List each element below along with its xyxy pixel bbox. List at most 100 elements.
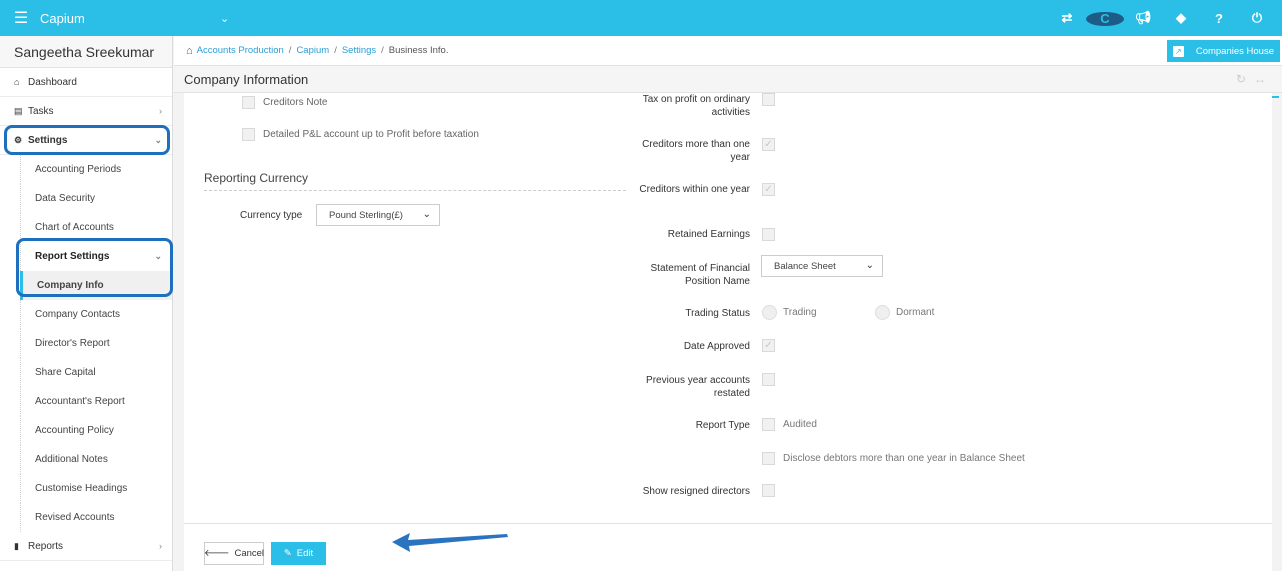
sidebar-item-additional-notes[interactable]: Additional Notes <box>20 445 172 474</box>
disclose-debtors-row: Disclose debtors more than one year in B… <box>762 452 1025 465</box>
top-navbar: ☰ Capium ⌄ ⇄ C 📢︎ ◆ ? ⏻ <box>0 0 1282 36</box>
reporting-currency-title: Reporting Currency <box>204 171 309 185</box>
detailed-pl-row: Detailed P&L account up to Profit before… <box>242 128 479 141</box>
tax-on-profit-row <box>762 93 783 106</box>
currency-type-value: Pound Sterling(£) <box>329 209 403 221</box>
sidebar: Sangeetha Sreekumar ⌂ Dashboard ▤ Tasks › ⚙… <box>0 36 173 571</box>
audited-label: Audited <box>783 419 817 430</box>
tax-on-profit-checkbox[interactable] <box>762 93 775 106</box>
creditors-note-checkbox[interactable] <box>242 96 255 109</box>
chevron-down-icon: ⌄ <box>154 135 162 145</box>
tax-on-profit-label: Tax on profit on ordinary activities <box>642 94 750 118</box>
expand-icon[interactable]: ↔ <box>1254 72 1274 86</box>
detailed-pl-label: Detailed P&L account up to Profit before… <box>263 129 479 140</box>
sidebar-item-label: Tasks <box>28 106 54 117</box>
megaphone-icon[interactable]: 📢︎ <box>1124 10 1162 26</box>
tag-icon[interactable]: ◆ <box>1162 10 1200 26</box>
chevron-down-icon: ⌄ <box>865 260 874 271</box>
sidebar-item-dashboard[interactable]: ⌂ Dashboard <box>0 68 172 97</box>
date-approved-row <box>762 339 783 352</box>
power-icon[interactable]: ⏻ <box>1238 10 1276 26</box>
help-icon[interactable]: ? <box>1200 11 1238 26</box>
report-icon: ▮ <box>14 541 19 551</box>
arrow-left-icon: 🡐 <box>203 548 230 559</box>
sidebar-item-report-settings[interactable]: Report Settings ⌄ <box>20 242 172 271</box>
retained-earnings-checkbox[interactable] <box>762 228 775 241</box>
trading-radio-row: Trading <box>762 305 817 320</box>
currency-type-select[interactable]: Pound Sterling(£) ⌄ <box>316 204 440 226</box>
creditors-more-row <box>762 138 783 151</box>
chevron-down-icon: ⌄ <box>154 251 162 261</box>
sidebar-item-share-capital[interactable]: Share Capital <box>20 358 172 387</box>
trading-radio-label: Trading <box>783 307 817 318</box>
form-footer: 🡐 Cancel ✎ Edit <box>184 523 1272 571</box>
sidebar-item-reports[interactable]: ▮ Reports › <box>0 532 172 561</box>
statement-name-value: Balance Sheet <box>774 260 836 272</box>
sidebar-item-accountants-report[interactable]: Accountant's Report <box>20 387 172 416</box>
previous-year-checkbox[interactable] <box>762 373 775 386</box>
gear-icon: ⚙ <box>14 135 23 145</box>
audited-row: Audited <box>762 418 817 431</box>
company-info-form: Creditors Note Detailed P&L account up t… <box>184 93 1272 523</box>
creditors-note-label: Creditors Note <box>263 97 328 108</box>
audited-checkbox[interactable] <box>762 418 775 431</box>
dormant-radio-label: Dormant <box>896 307 935 318</box>
companies-house-button[interactable]: ↗ Companies House <box>1166 40 1280 62</box>
disclose-debtors-label: Disclose debtors more than one year in B… <box>783 453 1025 464</box>
breadcrumb-capium[interactable]: Capium <box>296 45 329 56</box>
divider <box>204 190 626 191</box>
breadcrumb-separator: / <box>288 45 292 56</box>
report-type-label: Report Type <box>695 420 750 431</box>
show-resigned-checkbox[interactable] <box>762 484 775 497</box>
hamburger-icon[interactable]: ☰ <box>8 8 34 28</box>
cancel-button[interactable]: 🡐 Cancel <box>204 542 264 565</box>
sidebar-item-label: Settings <box>28 135 68 146</box>
chevron-right-icon: › <box>159 106 162 116</box>
creditors-more-label: Creditors more than one year <box>642 139 750 163</box>
sidebar-item-chart-of-accounts[interactable]: Chart of Accounts <box>20 213 172 242</box>
breadcrumb-settings[interactable]: Settings <box>342 45 376 56</box>
creditors-note-row: Creditors Note <box>242 96 327 109</box>
previous-year-row <box>762 373 783 386</box>
sidebar-item-label: Reports <box>28 541 64 552</box>
sidebar-item-revised-accounts[interactable]: Revised Accounts <box>20 503 172 532</box>
creditors-within-row <box>762 183 783 196</box>
chevron-right-icon: › <box>159 541 162 551</box>
date-approved-checkbox[interactable] <box>762 339 775 352</box>
app-name[interactable]: Capium <box>40 11 190 26</box>
sidebar-item-directors-report[interactable]: Director's Report <box>20 329 172 358</box>
sidebar-item-accounting-policy[interactable]: Accounting Policy <box>20 416 172 445</box>
detailed-pl-checkbox[interactable] <box>242 128 255 141</box>
sidebar-item-data-security[interactable]: Data Security <box>20 184 172 213</box>
sidebar-item-company-info[interactable]: Company Info <box>20 271 172 300</box>
statement-name-label: Statement of Financial Position Name <box>650 263 751 287</box>
creditors-within-label: Creditors within one year <box>639 184 750 195</box>
date-approved-label: Date Approved <box>683 341 750 352</box>
home-icon[interactable]: ⌂ <box>186 45 193 57</box>
panel-header: Company Information ↻↔ <box>174 66 1282 93</box>
retained-earnings-row <box>762 228 783 241</box>
disclose-debtors-checkbox[interactable] <box>762 452 775 465</box>
transfer-icon[interactable]: ⇄ <box>1048 10 1086 26</box>
sidebar-item-label: Report Settings <box>35 251 110 262</box>
dormant-radio[interactable] <box>875 305 890 320</box>
sidebar-item-customise-headings[interactable]: Customise Headings <box>20 474 172 503</box>
show-resigned-label: Show resigned directors <box>642 486 750 497</box>
sidebar-item-settings[interactable]: ⚙ Settings ⌄ <box>0 126 172 155</box>
app-switcher-chevron-icon[interactable]: ⌄ <box>220 12 229 25</box>
breadcrumb-accounts-production[interactable]: Accounts Production <box>197 45 284 56</box>
show-resigned-row <box>762 484 783 497</box>
previous-year-label: Previous year accounts restated <box>646 375 750 399</box>
refresh-icon[interactable]: ↻ <box>1236 72 1254 86</box>
edit-label: Edit <box>296 548 314 559</box>
capium-logo-icon[interactable]: C <box>1086 11 1124 26</box>
creditors-more-checkbox[interactable] <box>762 138 775 151</box>
edit-button[interactable]: ✎ Edit <box>271 542 326 565</box>
sidebar-item-accounting-periods[interactable]: Accounting Periods <box>20 155 172 184</box>
sidebar-item-tasks[interactable]: ▤ Tasks › <box>0 97 172 126</box>
breadcrumb-separator: / <box>381 45 384 56</box>
creditors-within-checkbox[interactable] <box>762 183 775 196</box>
trading-radio[interactable] <box>762 305 777 320</box>
statement-name-select[interactable]: Balance Sheet ⌄ <box>761 255 883 277</box>
sidebar-item-company-contacts[interactable]: Company Contacts <box>20 300 172 329</box>
